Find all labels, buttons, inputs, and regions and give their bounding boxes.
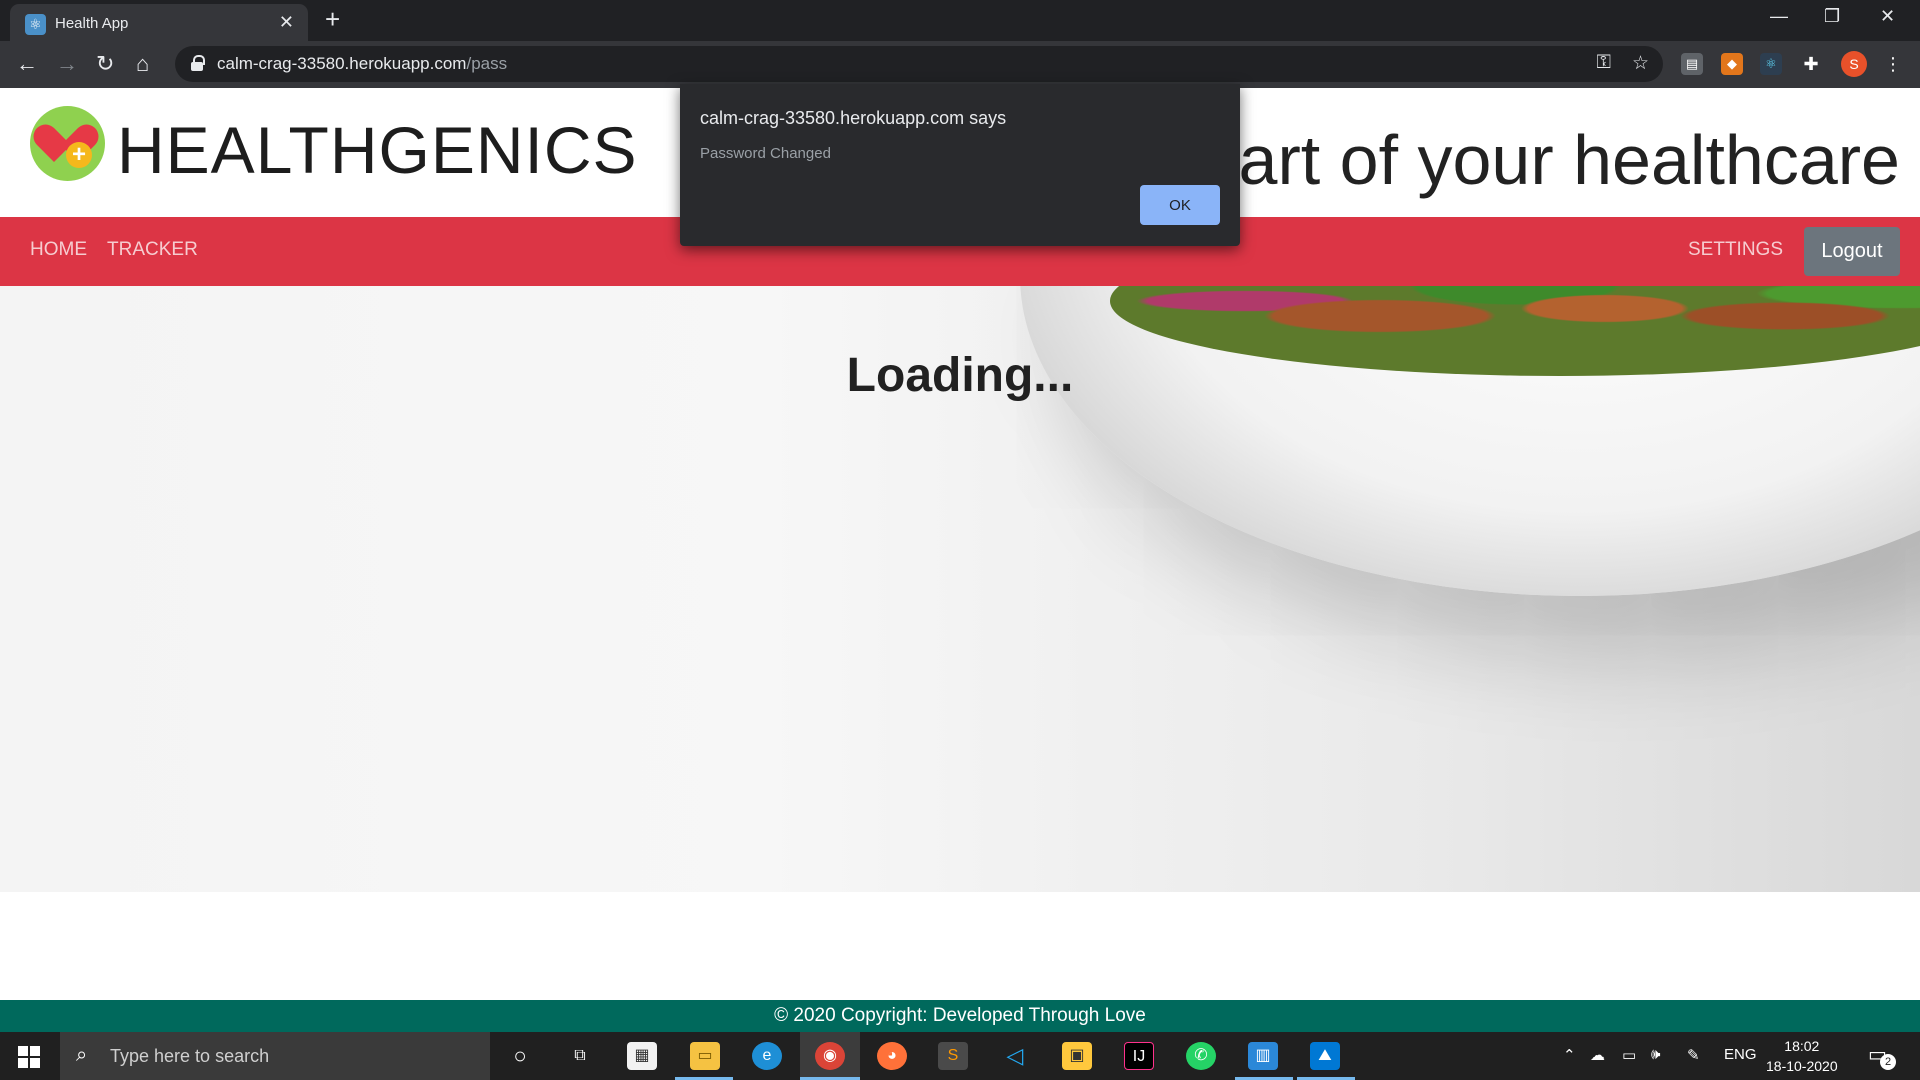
profile-avatar[interactable]: S <box>1841 51 1867 77</box>
screen: ⚛ Health App ✕ + — ❐ ✕ ← → ↻ ⌂ calm-crag… <box>0 0 1920 1080</box>
react-devtools-extension-icon[interactable]: ⚛ <box>1760 53 1782 75</box>
browser-toolbar: ← → ↻ ⌂ calm-crag-33580.herokuapp.com/pa… <box>0 41 1920 88</box>
nav-tracker[interactable]: TRACKER <box>107 239 198 261</box>
metamask-extension-icon[interactable]: ◆ <box>1721 53 1743 75</box>
dialog-message: Password Changed <box>700 145 831 162</box>
browser-tab-strip: ⚛ Health App ✕ + — ❐ ✕ <box>0 0 1920 41</box>
extensions-puzzle-icon[interactable]: ✚ <box>1800 53 1822 75</box>
tray-overflow-icon[interactable]: ⌃ <box>1563 1046 1576 1064</box>
firefox-icon[interactable]: ◕ <box>877 1042 907 1070</box>
chrome-icon[interactable]: ◉ <box>815 1042 845 1070</box>
restore-icon[interactable]: ❐ <box>1824 6 1840 27</box>
ok-button[interactable]: OK <box>1140 185 1220 225</box>
browser-menu-icon[interactable]: ⋮ <box>1882 53 1904 75</box>
hero-background: Loading... <box>0 286 1920 892</box>
reload-icon[interactable]: ↻ <box>96 52 114 76</box>
clock[interactable]: 18:02 18-10-2020 <box>1766 1036 1838 1076</box>
nav-home[interactable]: HOME <box>30 239 87 261</box>
home-icon[interactable]: ⌂ <box>136 52 149 76</box>
brand-name: HEALTHGENICS <box>117 113 638 187</box>
address-bar[interactable]: calm-crag-33580.herokuapp.com/pass ⚿ ☆ <box>175 46 1663 82</box>
alert-dialog: calm-crag-33580.herokuapp.com says Passw… <box>680 84 1240 246</box>
battery-icon[interactable]: ▭ <box>1622 1046 1636 1064</box>
tagline: eart of your healthcare <box>1199 121 1900 199</box>
react-favicon-icon: ⚛ <box>25 14 46 35</box>
notification-count: 2 <box>1880 1054 1896 1070</box>
search-placeholder: Type here to search <box>110 1046 270 1066</box>
extension-tab-icon[interactable]: ▤ <box>1681 53 1703 75</box>
windows-start-icon[interactable] <box>18 1046 40 1068</box>
taskbar-search-box[interactable]: ⌕ Type here to search <box>60 1032 490 1080</box>
window-close-icon[interactable]: ✕ <box>1880 6 1895 27</box>
control-panel-icon[interactable]: ▥ <box>1248 1042 1278 1070</box>
tab-close-icon[interactable]: ✕ <box>279 12 294 33</box>
lock-icon[interactable] <box>191 55 205 71</box>
task-view-icon[interactable]: ⧉ <box>565 1042 595 1070</box>
pen-icon[interactable]: ✎ <box>1687 1046 1700 1064</box>
bookmark-star-icon[interactable]: ☆ <box>1632 52 1649 75</box>
browser-tab[interactable]: ⚛ Health App ✕ <box>10 4 308 41</box>
whatsapp-icon[interactable]: ✆ <box>1186 1042 1216 1070</box>
volume-icon[interactable]: 🕪 <box>1651 1046 1660 1063</box>
site-footer: © 2020 Copyright: Developed Through Love <box>0 1000 1920 1032</box>
back-icon[interactable]: ← <box>16 52 38 76</box>
sublime-text-icon[interactable]: S <box>938 1042 968 1070</box>
loading-text: Loading... <box>846 349 1074 402</box>
url-text[interactable]: calm-crag-33580.herokuapp.com/pass <box>217 54 507 74</box>
search-icon: ⌕ <box>76 1044 88 1066</box>
heart-plus-logo-icon: + <box>30 106 105 181</box>
key-icon[interactable]: ⚿ <box>1597 52 1611 74</box>
new-tab-button[interactable]: + <box>325 6 340 32</box>
store-icon[interactable]: ▦ <box>627 1042 657 1070</box>
edge-icon[interactable]: e <box>752 1042 782 1070</box>
forward-icon[interactable]: → <box>56 52 78 76</box>
clock-time: 18:02 <box>1784 1038 1820 1054</box>
onedrive-icon[interactable]: ☁ <box>1590 1046 1605 1064</box>
nav-settings[interactable]: SETTINGS <box>1688 239 1783 261</box>
vscode-icon[interactable]: ◁ <box>1000 1042 1030 1070</box>
logout-button[interactable]: Logout <box>1804 227 1900 276</box>
minimize-icon[interactable]: — <box>1770 6 1788 27</box>
intellij-icon[interactable]: IJ <box>1124 1042 1154 1070</box>
tab-title: Health App <box>55 15 129 32</box>
cortana-icon[interactable]: ○ <box>505 1042 535 1070</box>
photos-icon[interactable]: ⛰ <box>1310 1042 1340 1070</box>
dialog-title: calm-crag-33580.herokuapp.com says <box>700 108 1007 128</box>
clock-date: 18-10-2020 <box>1766 1058 1838 1074</box>
sticky-notes-icon[interactable]: ▣ <box>1062 1042 1092 1070</box>
plus-icon: + <box>66 142 92 168</box>
file-explorer-icon[interactable]: ▭ <box>690 1042 720 1070</box>
windows-taskbar: ⌕ Type here to search ○ ⧉ ▦ ▭ e ◉ ◕ S ◁ … <box>0 1032 1920 1080</box>
language-indicator[interactable]: ENG <box>1724 1046 1757 1063</box>
